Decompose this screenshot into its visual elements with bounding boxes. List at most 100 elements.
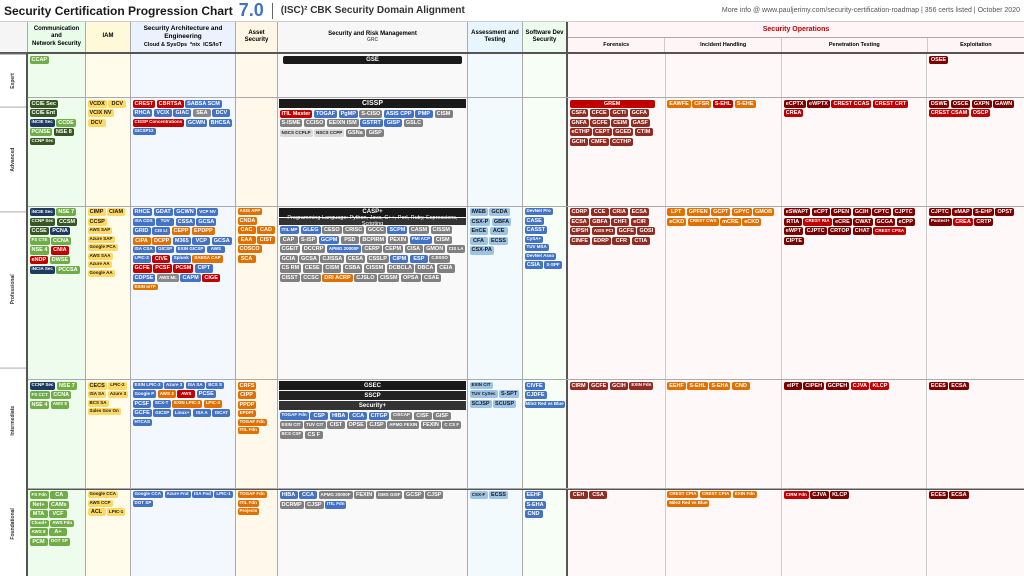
cert-csba: CSBA [343, 264, 363, 272]
cert-dcbcla: DCBCLA [387, 264, 414, 272]
cert-dcrmp: DCRMP [280, 501, 304, 509]
cert-cnd2: CND [525, 510, 543, 518]
cert-sea2: SEA [193, 109, 211, 117]
cert-fs-cte: FS CTE [30, 237, 50, 245]
cell-int-pen: eIPT CIPEH GCPEH CJVA KLCP [782, 380, 927, 488]
cert-oscp2: OSCP [971, 109, 991, 117]
cert-lpic1: LPIC-1 [107, 508, 125, 516]
main-container: Security Certification Progression Chart… [0, 0, 1024, 576]
cert-ccap: CCAP [30, 56, 50, 64]
page-header: Security Certification Progression Chart… [0, 0, 1024, 22]
cert-ecpt: eCPT [812, 208, 830, 216]
cert-cams: CAMs [49, 501, 69, 509]
cert-crest-cpia2: CREST CPIA [700, 491, 731, 498]
cert-itil-fdn2: ITIL Fdn [238, 427, 259, 434]
level-advanced: Advanced [0, 107, 26, 212]
cert-gslc: GSLC [404, 119, 423, 127]
cert-aws8-2: AWS 8 [30, 528, 48, 536]
cert-osce: OSCE [951, 100, 971, 108]
cell-expert-iam [86, 54, 131, 97]
cert-iscat: ISCAT [212, 409, 230, 417]
cert-ecss-f: ECSS [489, 491, 508, 499]
cert-ecre2: eCRE [833, 218, 852, 226]
cert-crest: CREST [133, 100, 156, 108]
cell-fnd-forensics: CEH CSA [568, 490, 666, 576]
cert-vcix-nv: VCIX NV [88, 109, 114, 117]
cell-int-risk: GSEC SSCP Security+ TOGAF Fdn CSP HIBA C… [278, 380, 468, 488]
cert-vcix: VCIX [154, 109, 172, 117]
level-foundational: Foundational [0, 472, 26, 576]
cert-crisc: CRISC [343, 226, 364, 234]
cert-gleg: GLEG [301, 226, 321, 234]
cert-cjva2: CJVA [810, 491, 828, 499]
cert-cria: CRIA [610, 208, 628, 216]
cert-ccnp-s: CCNP Sec [30, 218, 56, 226]
cert-fs-fdn: FS Fdn [30, 491, 49, 499]
cert-cnda: CNDA [238, 217, 258, 225]
cert-gcia: GCIA [280, 255, 298, 263]
cert-cfr: CFR [612, 237, 630, 245]
cert-cisf: CISF [414, 412, 432, 420]
cert-exin-fdn: EXIN Fdn [629, 382, 653, 390]
cert-cis-la: CIS LA [447, 245, 466, 253]
cert-sehl3: S-EHL [687, 382, 708, 390]
cell-fnd-incident: CREST CPIA CREST CPIA EXIN Fdn Mile2 Red… [666, 490, 783, 576]
cell-expert-arch [131, 54, 236, 97]
cert-gbfa: GBFA [492, 218, 511, 226]
cert-aws-ccp: AWS CCP [88, 500, 113, 507]
cert-scpm: SCPM [387, 226, 407, 234]
cert-dotsp: DOT SP [49, 538, 70, 546]
cert-isa-sa: ISA SA [88, 391, 107, 398]
header-divider [272, 3, 273, 19]
prog-lang-bar: Programming Language: Python, Java, C++,… [279, 218, 466, 225]
cert-case-java: CASE [525, 217, 544, 225]
cell-fnd-arch: Google CCA Azure Fnd ISA Fnd LPIC-1 DOT … [131, 490, 236, 576]
cert-dotsp2: DOT SP [133, 500, 154, 507]
cert-ceim: CEIM [611, 119, 629, 127]
cert-ccnp-sec: CCNP Sec [30, 138, 56, 145]
cert-htcas: HTCAS [133, 419, 153, 426]
cert-gse: GSE [283, 56, 463, 65]
cert-ccsp: CCSP [88, 218, 107, 226]
cert-gosi: GOSI [637, 227, 655, 235]
cert-nse7-2: NSE 7 [57, 382, 77, 390]
cert-eckd: eCKD [742, 218, 761, 226]
cert-dri: DRI ACRP [322, 274, 352, 282]
cert-gicsp2: EXIN GICSP [176, 246, 206, 253]
col-header-arch: Security Architecture and Engineering Cl… [131, 22, 236, 52]
cert-asis-cpp: ASIS CPP [384, 110, 414, 118]
cell-adv-dev [523, 98, 568, 206]
cert-cissm3: CISSM [378, 274, 399, 282]
cert-crest-csam: CREST CSAM [929, 109, 969, 117]
cert-spt: S-SPT [499, 390, 519, 398]
cert-crea2: CREA [953, 218, 973, 226]
cert-ceia: CEIA [437, 264, 455, 272]
cell-fnd-risk: HIBA CCA APMG 20000F FEXIN iSMS GISF GCS… [278, 490, 468, 576]
pro-risk-certs: ITIL MP GLEG CESO CRISC GCCC SCPM CASM C… [279, 226, 466, 283]
cert-ewptx: eWPTX [807, 100, 830, 108]
cert-gcthp: eCTHP [570, 128, 592, 136]
cert-eaa: EAA [238, 236, 256, 244]
cert-ics-gicsp: GICSP [156, 246, 174, 253]
cert-cive: CIVE [152, 255, 170, 263]
col-header-asset: Asset Security [236, 22, 278, 52]
cell-adv-incident: EAWFE CFSR S-EHL S-EHE [666, 98, 783, 206]
cert-gcga: GCGA [875, 218, 896, 226]
cert-cca3: CCA [299, 491, 317, 499]
cert-a-plus: A+ [49, 528, 67, 536]
cell-int-assess: EXIN CIT TUV CySec S-SPT SCJSP SCUSP [468, 380, 523, 488]
cert-cbra: CBRTSA [157, 100, 184, 108]
cert-rhca: RHCA [133, 109, 153, 117]
cert-gstrt: GSTRT [360, 119, 383, 127]
cert-cism2: CISM [435, 110, 453, 118]
cert-mcre: mCRE [720, 218, 741, 226]
cert-mta2: MTA [30, 510, 48, 518]
cert-tuv: TUV [156, 218, 174, 226]
cert-gcfe5: GCFE [589, 382, 608, 390]
cert-cfa: CFA [470, 237, 488, 245]
cert-gnfa: GNFA [570, 119, 589, 127]
chart-body: Expert Advanced Professional Intermediat… [0, 54, 1024, 576]
cell-pro-asset: ASIS APP CNDA CAC CAD EAA CIST COSCO SCA [236, 207, 278, 379]
col-header-iam: IAM [86, 22, 131, 52]
cert-cfsr: CFSR [692, 100, 711, 108]
